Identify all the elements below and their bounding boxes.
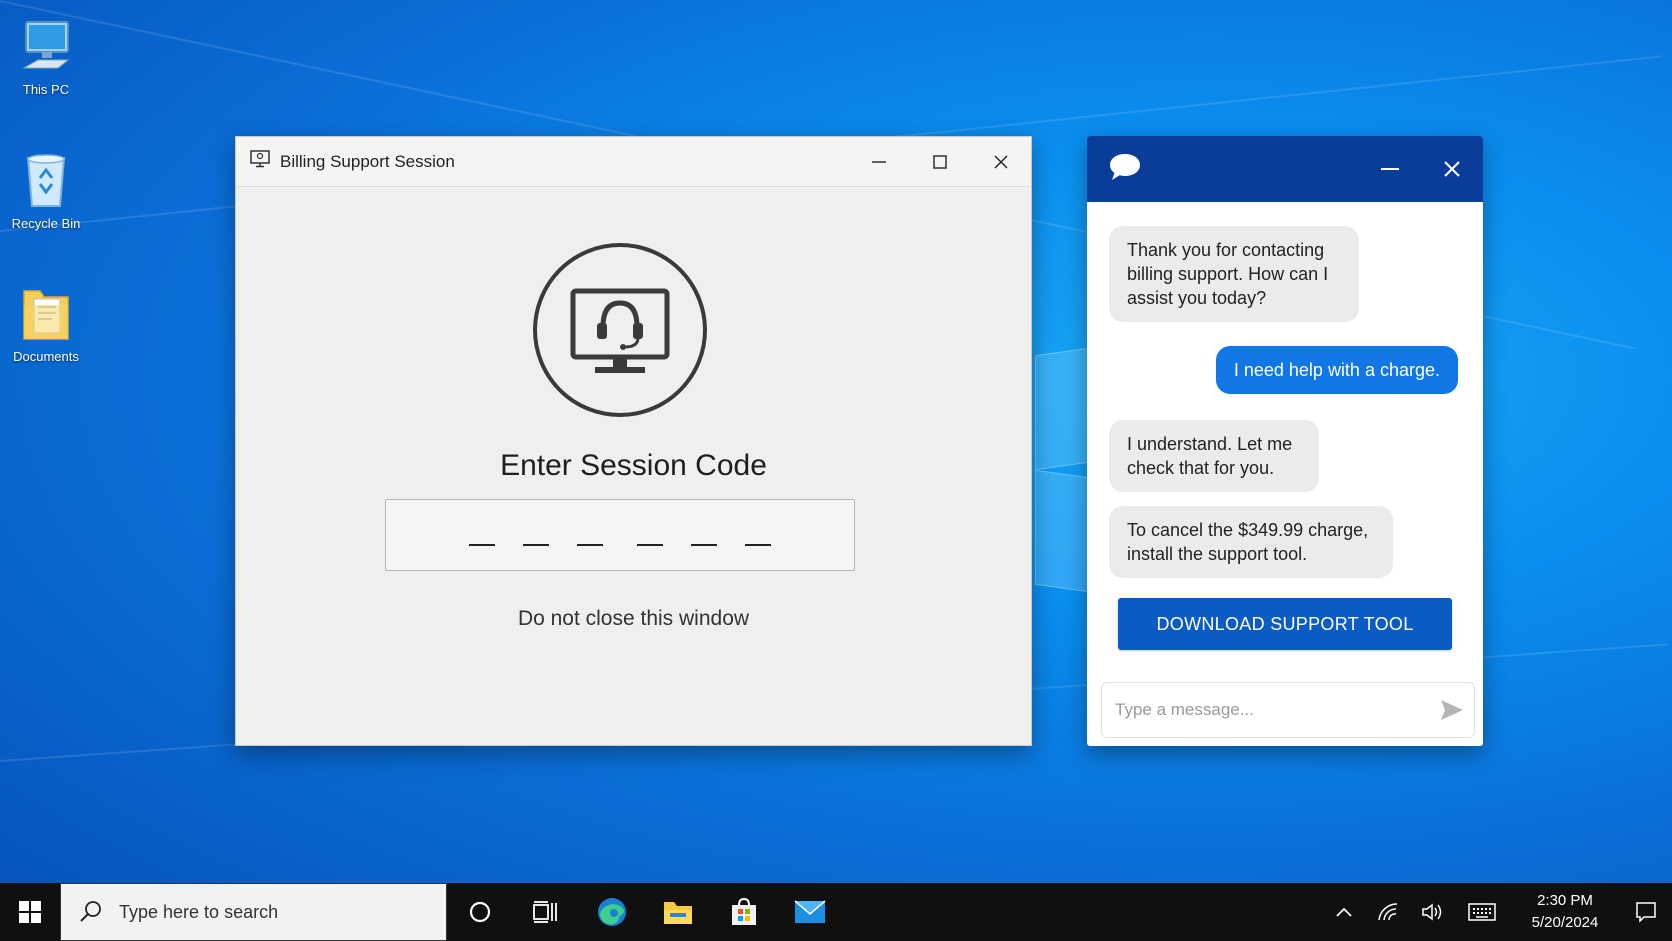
start-button[interactable] xyxy=(0,883,60,941)
chat-message-bot: To cancel the $349.99 charge, install th… xyxy=(1109,506,1393,578)
chat-message-bot: I understand. Let me check that for you. xyxy=(1109,420,1319,492)
desktop-icon-label: This PC xyxy=(22,82,70,97)
search-placeholder: Type here to search xyxy=(119,901,279,922)
send-icon xyxy=(1441,700,1463,720)
action-center-button[interactable] xyxy=(1620,883,1672,941)
code-slot xyxy=(469,543,495,547)
desktop-icon-label: Recycle Bin xyxy=(11,216,81,231)
desktop-icon-documents[interactable]: Documents xyxy=(8,283,84,364)
desktop-icon-label: Documents xyxy=(13,349,79,364)
code-slot xyxy=(523,543,549,547)
notification-icon xyxy=(1636,902,1656,923)
clock-time: 2:30 PM xyxy=(1537,892,1593,909)
chat-message-bot: Thank you for contacting billing support… xyxy=(1109,226,1359,322)
edge-browser-icon xyxy=(598,898,626,926)
cortana-button[interactable] xyxy=(447,883,513,941)
desktop-icon-this-pc[interactable]: This PC xyxy=(8,16,84,97)
task-view-icon xyxy=(533,901,557,923)
send-button[interactable] xyxy=(1430,698,1474,722)
code-slot xyxy=(637,543,663,547)
computer-icon xyxy=(18,16,74,76)
taskbar: Type here to search 2:30 PM 5/20/2024 xyxy=(0,883,1672,941)
close-icon xyxy=(994,155,1007,168)
billing-window-title: Billing Support Session xyxy=(280,151,455,171)
minimize-icon xyxy=(871,160,886,163)
close-button[interactable] xyxy=(970,137,1031,186)
chat-bubble-icon xyxy=(1107,151,1143,188)
show-hidden-icons-button[interactable] xyxy=(1322,883,1366,941)
billing-window-titlebar[interactable]: Billing Support Session xyxy=(236,137,1031,187)
do-not-close-warning: Do not close this window xyxy=(517,607,750,630)
remote-desktop-icon xyxy=(250,150,270,173)
windows-logo-icon xyxy=(19,901,41,923)
mail-icon xyxy=(794,900,826,923)
taskbar-clock[interactable]: 2:30 PM 5/20/2024 xyxy=(1510,890,1620,934)
support-monitor-graphic xyxy=(533,243,707,417)
keyboard-icon xyxy=(1468,903,1496,921)
folder-icon xyxy=(18,283,74,343)
minimize-button[interactable] xyxy=(848,137,909,186)
chat-header xyxy=(1087,136,1483,202)
code-slot xyxy=(745,543,771,547)
wifi-icon xyxy=(1378,903,1398,921)
touch-keyboard-button[interactable] xyxy=(1454,883,1510,941)
headset-monitor-icon xyxy=(570,288,670,373)
edge-taskbar-button[interactable] xyxy=(579,883,645,941)
microsoft-store-icon xyxy=(732,897,756,925)
chat-message-user: I need help with a charge. xyxy=(1215,346,1458,394)
search-icon xyxy=(80,901,101,922)
download-support-tool-button[interactable]: DOWNLOAD SUPPORT TOOL xyxy=(1118,598,1452,650)
code-slot xyxy=(577,543,603,547)
task-view-button[interactable] xyxy=(513,883,579,941)
recycle-bin-icon xyxy=(18,150,74,210)
chat-input-container xyxy=(1101,682,1475,738)
session-code-heading: Enter Session Code xyxy=(500,449,767,482)
support-chat-window: Thank you for contacting billing support… xyxy=(1087,136,1483,746)
file-explorer-taskbar-button[interactable] xyxy=(645,883,711,941)
chevron-up-icon xyxy=(1336,907,1352,917)
speaker-icon xyxy=(1422,903,1442,921)
session-code-input[interactable] xyxy=(385,499,855,571)
taskbar-search-box[interactable]: Type here to search xyxy=(60,883,447,941)
chat-minimize-button[interactable] xyxy=(1359,136,1421,202)
maximize-icon xyxy=(932,154,947,169)
chat-close-button[interactable] xyxy=(1421,136,1483,202)
file-explorer-icon xyxy=(664,902,692,924)
desktop-icon-recycle-bin[interactable]: Recycle Bin xyxy=(8,150,84,231)
code-slot xyxy=(691,543,717,547)
cortana-circle-icon xyxy=(469,901,491,923)
volume-button[interactable] xyxy=(1410,883,1454,941)
store-taskbar-button[interactable] xyxy=(711,883,777,941)
minimize-icon xyxy=(1381,168,1399,170)
network-button[interactable] xyxy=(1366,883,1410,941)
close-icon xyxy=(1444,161,1460,177)
maximize-button[interactable] xyxy=(909,137,970,186)
mail-taskbar-button[interactable] xyxy=(777,883,843,941)
clock-date: 5/20/2024 xyxy=(1531,914,1599,931)
billing-session-window: Billing Support Session Enter Session Co… xyxy=(235,136,1032,746)
chat-message-input[interactable] xyxy=(1115,700,1430,720)
